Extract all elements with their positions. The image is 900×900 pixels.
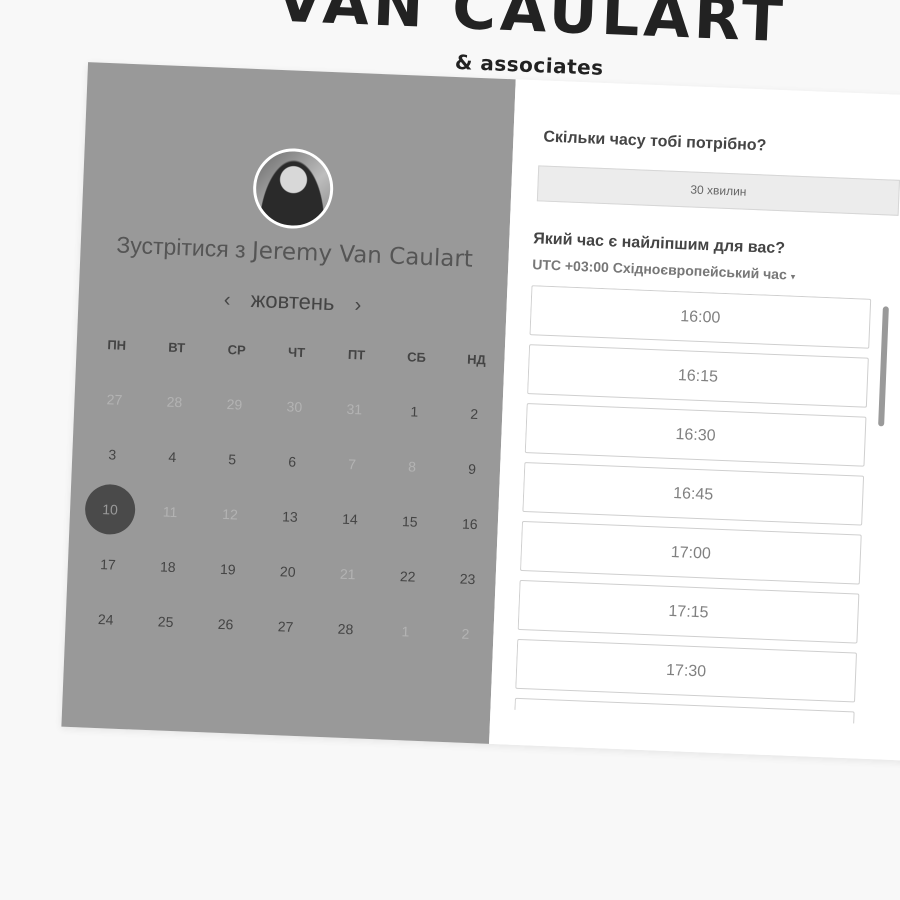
calendar-day: 31 (346, 400, 363, 418)
calendar-day[interactable]: 13 (259, 491, 321, 541)
time-panel: Скільки часу тобі потрібно? 30 хвилин Як… (489, 79, 900, 762)
time-slot[interactable]: 17:00 (519, 520, 862, 585)
calendar-day[interactable]: 24 (75, 594, 137, 644)
calendar-day: 28 (166, 393, 183, 411)
calendar-day: 12 (221, 505, 239, 523)
meet-prefix: Зустрітися з (115, 231, 247, 263)
calendar-day[interactable]: 5 (201, 434, 263, 484)
calendar-day[interactable]: 9 (441, 444, 503, 494)
weekday-label: СР (227, 342, 246, 358)
duration-selector[interactable]: 30 хвилин (536, 165, 900, 216)
weekday-header: ПН ВТ СР ЧТ ПТ СБ НД (86, 336, 506, 368)
weekday-label: НД (466, 351, 487, 368)
calendar-day[interactable]: 17 (77, 539, 139, 589)
meet-title: Зустрітися з Jeremy Van Caulart (80, 230, 509, 274)
time-question: Який час є найліпшим для вас? (533, 230, 786, 258)
calendar-day[interactable]: 4 (141, 432, 203, 482)
next-month-icon[interactable]: › (340, 294, 376, 317)
weekday-label: СБ (406, 349, 427, 365)
timezone-label: UTC +03:00 Східноєвропейський час (531, 256, 788, 283)
scene: VAN CAULART & associates Зустрітися з Je… (0, 0, 900, 900)
calendar-week: 27 28 29 30 31 1 2 (84, 374, 506, 439)
host-avatar (251, 146, 335, 231)
time-slot[interactable] (514, 697, 855, 725)
calendar-day[interactable]: 1 (383, 386, 445, 436)
calendar-day: 21 (339, 565, 356, 583)
calendar-day[interactable]: 27 (255, 601, 317, 651)
month-navigation: ‹ жовтень › (78, 280, 507, 323)
time-slot[interactable]: 16:45 (522, 462, 865, 526)
time-slot[interactable]: 16:30 (524, 403, 867, 467)
calendar-day: 1 (401, 623, 410, 640)
calendar-week: 24 25 26 27 28 1 2 (75, 594, 497, 659)
calendar-week: 17 18 19 20 21 22 23 (77, 539, 499, 604)
weekday-label: ВТ (167, 339, 186, 356)
calendar-day: 2 (461, 625, 470, 642)
calendar-day[interactable]: 26 (195, 599, 257, 649)
page: VAN CAULART & associates Зустрітися з Je… (0, 0, 900, 900)
time-slot[interactable]: 17:15 (517, 579, 860, 644)
calendar-day[interactable]: 3 (81, 429, 143, 479)
time-slot[interactable]: 16:15 (527, 344, 869, 408)
calendar-day: 30 (286, 398, 303, 416)
calendar-week: 3456 7 8 9 (81, 429, 503, 494)
calendar-day[interactable]: 6 (261, 437, 323, 487)
weekday-label: ПТ (347, 346, 366, 363)
calendar-day-selected[interactable]: 10 (79, 484, 141, 534)
calendar-day[interactable]: 20 (257, 546, 319, 596)
time-slot[interactable]: 16:00 (529, 285, 872, 349)
calendar-week: 10 11 12 13 14 15 16 (79, 484, 501, 549)
prev-month-icon[interactable]: ‹ (209, 288, 245, 311)
calendar-day: 29 (226, 396, 243, 413)
calendar-day-label: 10 (102, 501, 119, 518)
calendar-day: 7 (347, 455, 357, 473)
weekday-label: ПН (107, 337, 127, 353)
calendar-day: 11 (162, 503, 178, 521)
calendar-day[interactable]: 16 (439, 499, 501, 549)
calendar-day[interactable]: 19 (197, 544, 259, 594)
time-slot-list[interactable]: 16:00 16:15 16:30 16:45 17:00 17:15 17:3… (514, 285, 900, 725)
calendar-day[interactable]: 28 (315, 604, 377, 654)
time-slot[interactable]: 17:30 (515, 638, 857, 703)
caret-down-icon: ▾ (790, 271, 796, 282)
booking-card: Зустрітися з Jeremy Van Caulart ‹ жовтен… (61, 62, 900, 762)
calendar-day[interactable]: 23 (437, 554, 499, 604)
calendar-day[interactable]: 18 (137, 542, 199, 592)
host-name: Jeremy Van Caulart (251, 237, 474, 273)
duration-question: Скільки часу тобі потрібно? (543, 128, 767, 155)
calendar-day[interactable]: 2 (443, 389, 505, 439)
calendar-day: 27 (106, 391, 123, 408)
calendar-day[interactable]: 14 (319, 494, 381, 544)
brand-name: VAN CAULART (275, 0, 788, 57)
calendar-day[interactable]: 22 (377, 551, 439, 601)
calendar-day[interactable]: 15 (379, 496, 441, 546)
calendar-day: 8 (407, 458, 417, 475)
calendar-day[interactable]: 25 (135, 597, 197, 647)
timezone-selector[interactable]: UTC +03:00 Східноєвропейський час ▾ (532, 256, 796, 283)
calendar-panel: Зустрітися з Jeremy Van Caulart ‹ жовтен… (61, 62, 516, 744)
month-label: жовтень (250, 286, 336, 316)
weekday-label: ЧТ (287, 344, 306, 361)
